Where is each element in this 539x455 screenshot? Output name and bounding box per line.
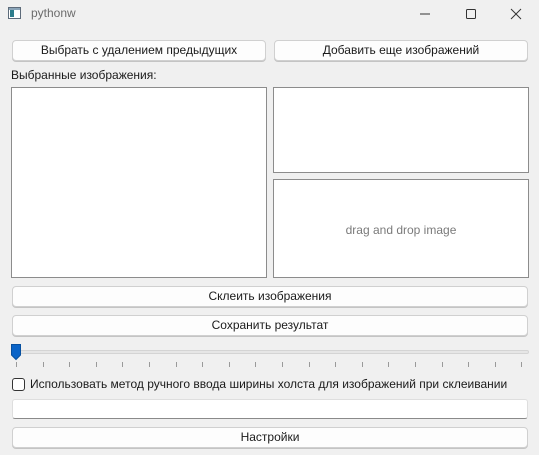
slider-tick — [122, 362, 124, 367]
maximize-icon — [466, 9, 476, 19]
drop-zone[interactable]: drag and drop image — [273, 179, 529, 278]
manual-width-checkbox[interactable] — [12, 378, 25, 391]
slider-tick — [415, 362, 416, 367]
save-result-button[interactable]: Сохранить результат — [12, 315, 528, 336]
selected-images-label: Выбранные изображения: — [11, 68, 157, 82]
slider-tick — [361, 362, 363, 367]
slider-tick — [308, 362, 310, 367]
minimize-icon — [420, 13, 430, 15]
minimize-button[interactable] — [402, 0, 448, 28]
slider-tick — [335, 362, 337, 367]
window-title: pythonw — [31, 6, 76, 20]
manual-width-label: Использовать метод ручного ввода ширины … — [30, 377, 508, 391]
canvas-width-input[interactable] — [12, 399, 528, 419]
python-app-icon — [8, 7, 21, 19]
slider-tick — [42, 362, 44, 367]
slider-tick — [521, 362, 523, 367]
selected-images-list[interactable] — [11, 87, 267, 278]
slider-tick — [228, 362, 230, 367]
maximize-button[interactable] — [448, 0, 494, 28]
slider-tick — [494, 362, 496, 367]
slider-ticks — [0, 362, 539, 368]
slider-tick — [149, 362, 150, 367]
slider-tick — [202, 362, 204, 367]
close-icon — [510, 8, 522, 20]
slider-tick — [468, 362, 470, 367]
select-replace-button[interactable]: Выбрать с удалением предыдущих — [12, 40, 266, 61]
slider-tick — [16, 362, 17, 367]
width-slider-track[interactable] — [12, 350, 529, 354]
width-slider-handle[interactable] — [10, 343, 22, 361]
drop-zone-text: drag and drop image — [345, 223, 457, 237]
slider-tick — [95, 362, 97, 367]
slider-tick — [69, 362, 71, 367]
slider-tick — [175, 362, 177, 367]
add-more-images-button[interactable]: Добавить еще изображений — [274, 40, 528, 61]
close-button[interactable] — [493, 0, 539, 28]
stitch-images-button[interactable]: Склеить изображения — [12, 286, 528, 307]
image-preview — [273, 87, 529, 173]
slider-tick — [255, 362, 257, 367]
slider-tick — [441, 362, 443, 367]
slider-tick — [388, 362, 390, 367]
slider-tick — [282, 362, 283, 367]
settings-button[interactable]: Настройки — [12, 427, 528, 448]
title-bar: pythonw — [0, 0, 539, 28]
